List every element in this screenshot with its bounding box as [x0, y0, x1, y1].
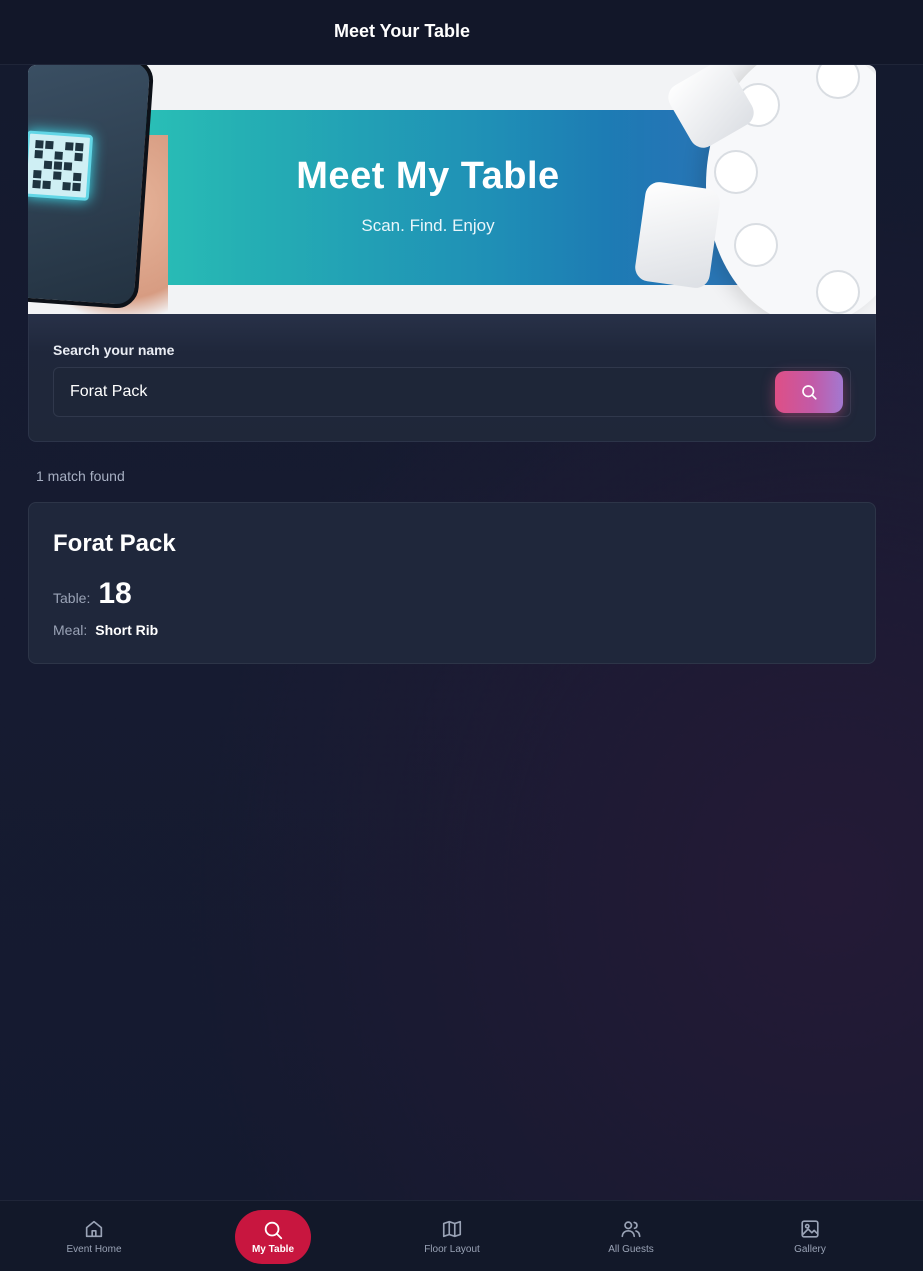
- meal-value: Short Rib: [95, 622, 159, 638]
- nav-label: My Table: [251, 1244, 295, 1255]
- nav-all-guests[interactable]: All Guests: [556, 1201, 706, 1271]
- nav-label: All Guests: [608, 1244, 654, 1255]
- nav-gallery[interactable]: Gallery: [735, 1201, 885, 1271]
- qr-code-icon: [28, 130, 94, 201]
- search-icon: [264, 1221, 283, 1240]
- nav-label: Floor Layout: [424, 1244, 480, 1255]
- meal-row: Meal: Short Rib: [53, 622, 158, 638]
- banner-title: Meet My Table: [296, 155, 560, 197]
- meal-label: Meal:: [53, 622, 88, 638]
- phone-illustration: [28, 65, 155, 310]
- users-icon: [621, 1221, 641, 1238]
- page-title: Meet Your Table: [333, 21, 471, 41]
- event-banner-image: Meet My Table Scan. Find. Enjoy: [28, 65, 876, 315]
- nav-label: Gallery: [794, 1244, 826, 1255]
- bottom-navigation: Event Home My Table Floor Layout All Gue…: [0, 1200, 923, 1271]
- guest-name: Forat Pack: [53, 530, 176, 557]
- search-field: [53, 367, 851, 417]
- image-icon: [801, 1220, 819, 1238]
- search-label: Search your name: [53, 342, 175, 358]
- table-row: Table: 18: [53, 577, 132, 611]
- home-icon: [85, 1220, 103, 1238]
- banner-subtitle: Scan. Find. Enjoy: [361, 216, 495, 235]
- search-button[interactable]: [775, 371, 843, 413]
- search-panel: Search your name: [28, 314, 876, 442]
- table-label: Table:: [53, 590, 91, 606]
- chair-illustration: [633, 180, 722, 290]
- map-icon: [442, 1220, 462, 1238]
- guest-result-card[interactable]: Forat Pack Table: 18 Meal: Short Rib: [28, 502, 876, 664]
- nav-event-home[interactable]: Event Home: [19, 1201, 169, 1271]
- name-search-input[interactable]: [54, 368, 769, 416]
- nav-my-table[interactable]: My Table: [235, 1210, 311, 1264]
- nav-label: Event Home: [66, 1244, 122, 1255]
- top-app-bar: Meet Your Table: [0, 0, 923, 65]
- match-count: 1 match found: [36, 468, 125, 484]
- nav-floor-layout[interactable]: Floor Layout: [377, 1201, 527, 1271]
- table-number: 18: [98, 577, 132, 610]
- search-icon: [802, 385, 817, 400]
